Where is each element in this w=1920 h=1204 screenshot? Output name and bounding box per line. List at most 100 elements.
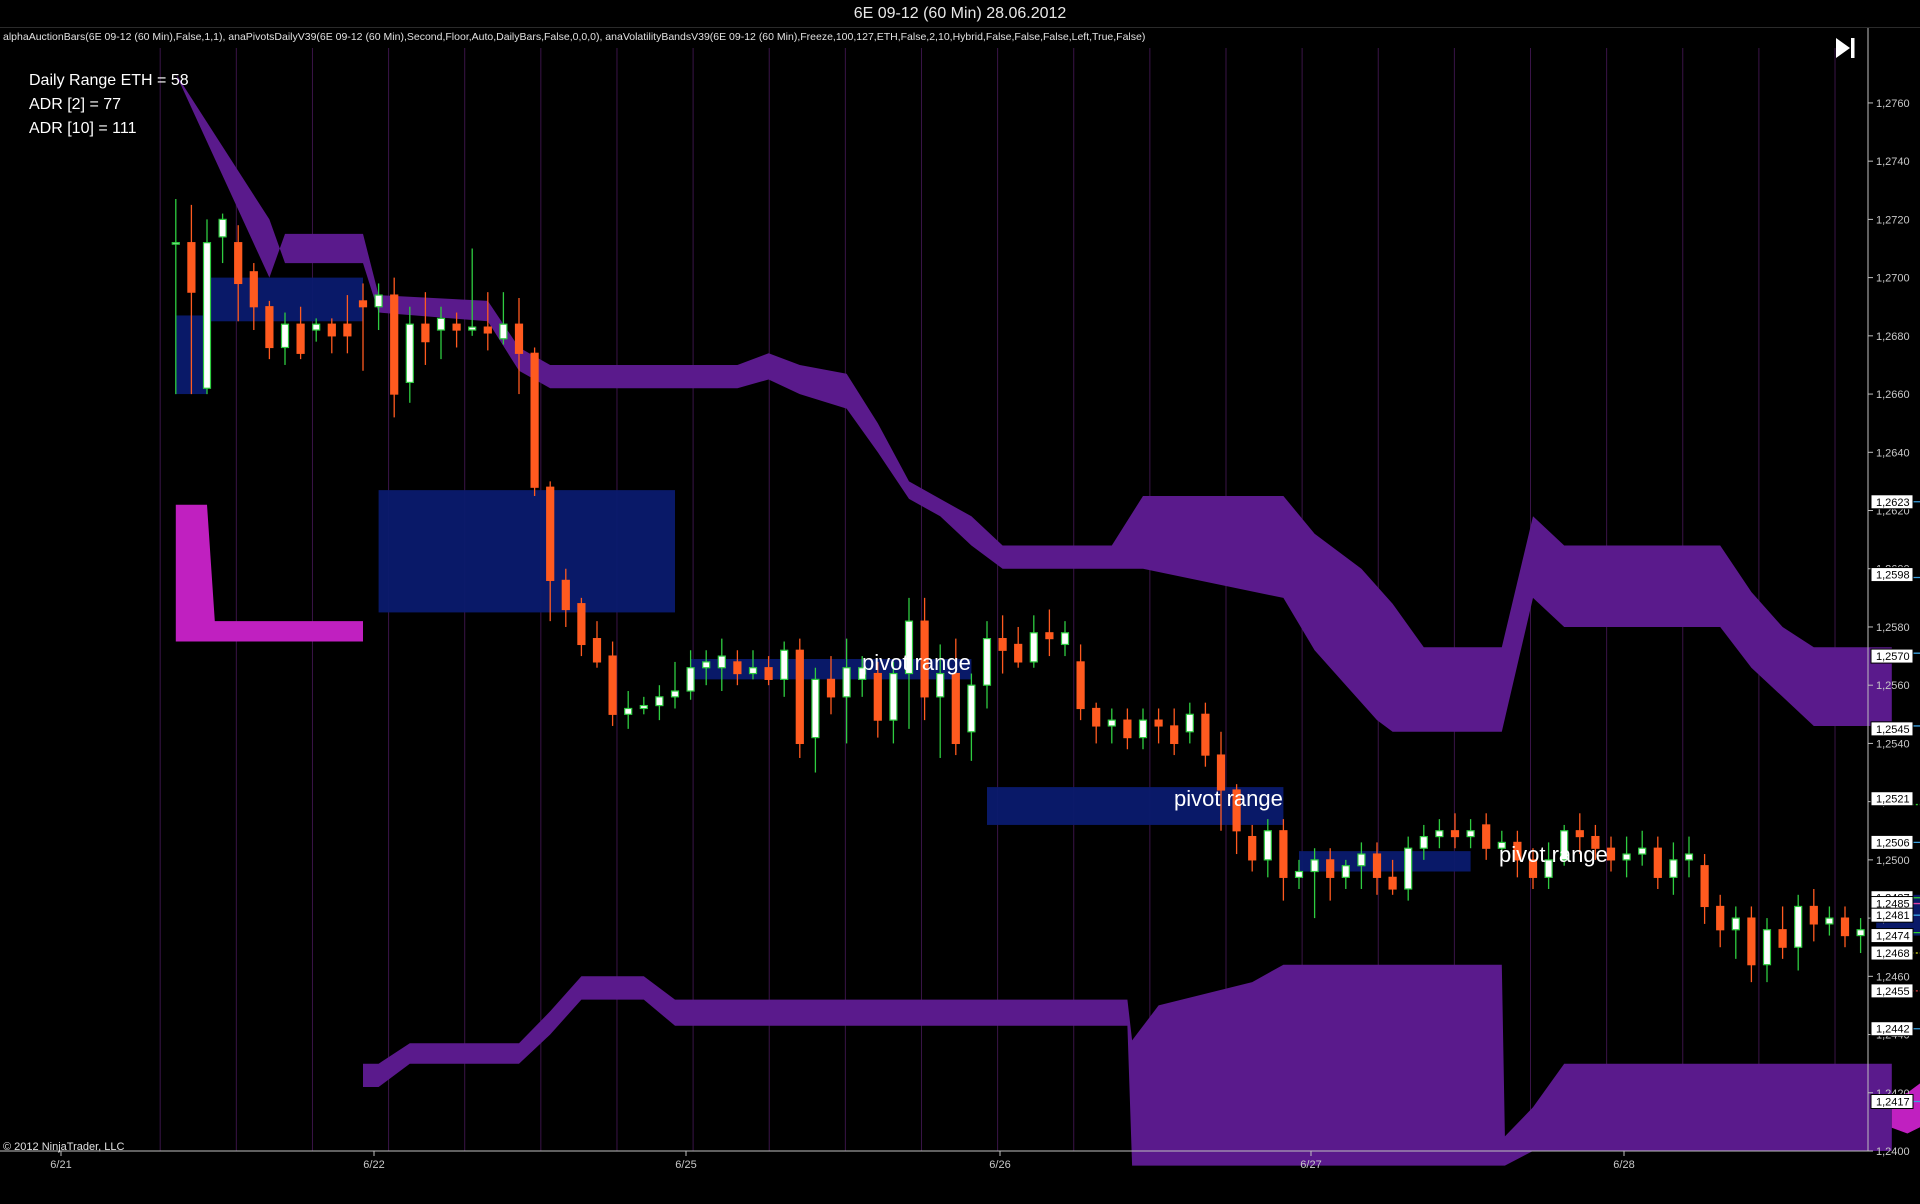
- price-marker-label: 1,2506: [1876, 837, 1910, 849]
- price-tick-label: 1,2660: [1876, 389, 1910, 401]
- price-tick-label: 1,2560: [1876, 680, 1910, 692]
- price-marker-label: 1,2455: [1876, 986, 1910, 998]
- candle-body: [1248, 835, 1257, 861]
- candle-body: [530, 352, 539, 488]
- candle-body: [499, 323, 508, 340]
- price-tick-label: 1,2680: [1876, 331, 1910, 343]
- time-tick-label: 6/25: [675, 1159, 696, 1171]
- price-marker-label: 1,2468: [1876, 948, 1910, 960]
- price-marker-label: 1,2598: [1876, 570, 1910, 582]
- candle-body: [998, 638, 1007, 651]
- candle-body: [1076, 661, 1085, 710]
- candle-body: [1575, 830, 1584, 838]
- candle-body: [982, 638, 992, 686]
- candle-body: [1794, 905, 1803, 948]
- candle-body: [1310, 859, 1319, 873]
- candle-body: [889, 672, 898, 721]
- candle-body: [265, 306, 274, 349]
- candle-body: [936, 672, 945, 698]
- candle-body: [468, 326, 477, 331]
- candle-body: [764, 667, 773, 680]
- candle-body: [780, 649, 789, 680]
- candle-body: [1279, 830, 1288, 878]
- candle-body: [234, 242, 243, 285]
- candle-body: [1669, 859, 1678, 878]
- scroll-to-end-icon[interactable]: [1836, 38, 1855, 58]
- candle-body: [1747, 917, 1756, 966]
- value-area: [378, 490, 675, 613]
- candle-body: [1840, 917, 1850, 937]
- volatility-bands: [175, 73, 1920, 1166]
- time-tick-label: 6/26: [989, 1159, 1010, 1171]
- candle-body: [1762, 929, 1772, 966]
- candle-body: [967, 684, 976, 733]
- candle-body: [1294, 870, 1304, 878]
- candle-body: [608, 655, 617, 715]
- price-tick-label: 1,2540: [1876, 738, 1910, 750]
- candle-body: [1263, 830, 1272, 861]
- candle-body: [1653, 847, 1662, 878]
- candle-body: [187, 242, 196, 293]
- candle-body: [577, 603, 586, 646]
- price-tick-label: 1,2580: [1876, 622, 1910, 634]
- candle-body: [374, 294, 383, 308]
- time-tick-label: 6/28: [1613, 1159, 1634, 1171]
- magenta-band: [1891, 1083, 1920, 1134]
- price-tick-label: 1,2640: [1876, 447, 1910, 459]
- candle-body: [1482, 824, 1491, 849]
- price-tick-label: 1,2460: [1876, 971, 1910, 983]
- candle-body: [421, 323, 430, 343]
- candle-body: [1700, 865, 1709, 908]
- candle-body: [1606, 847, 1616, 861]
- candle-body: [1185, 713, 1194, 733]
- price-marker-label: 1,2417: [1876, 1097, 1910, 1109]
- candle-body: [1731, 917, 1740, 931]
- candle-body: [546, 486, 555, 581]
- candle-body: [639, 704, 648, 710]
- price-tick-label: 1,2740: [1876, 156, 1910, 168]
- candle-body: [873, 672, 882, 721]
- candle-body: [592, 638, 602, 663]
- candle-body: [1435, 830, 1444, 838]
- candle-body: [1622, 853, 1631, 861]
- candle-body: [561, 579, 570, 611]
- price-chart[interactable]: R5R4R3R2Y-HighR1CPY-VWAPPPDPY-CloseY-Low…: [0, 28, 1920, 1199]
- magenta-band: [175, 504, 363, 642]
- candle-body: [249, 271, 258, 308]
- time-tick-label: 6/22: [363, 1159, 384, 1171]
- candle-body: [296, 323, 305, 354]
- candle-body: [483, 326, 492, 334]
- candle-body: [655, 696, 664, 707]
- candle-body: [1326, 859, 1335, 878]
- candle-body: [436, 317, 446, 331]
- candle-body: [218, 218, 227, 238]
- candle-body: [1357, 853, 1366, 867]
- candle-body: [171, 242, 180, 245]
- candle-body: [1404, 847, 1413, 890]
- price-tick-label: 1,2760: [1876, 98, 1910, 110]
- candle-body: [1170, 725, 1179, 745]
- candle-body: [452, 323, 461, 331]
- chart-panel[interactable]: R5R4R3R2Y-HighR1CPY-VWAPPPDPY-CloseY-Low…: [0, 28, 1920, 1199]
- candle-body: [1216, 754, 1226, 791]
- candle-body: [1092, 707, 1101, 727]
- candle-body: [1341, 865, 1350, 878]
- candle-body: [1638, 847, 1647, 855]
- price-axis: 1,24001,24201,24401,24601,24801,25001,25…: [1867, 28, 1914, 1158]
- candle-body: [1154, 719, 1163, 727]
- daily-range-label: Daily Range ETH = 58: [29, 72, 189, 89]
- price-tick-label: 1,2400: [1876, 1146, 1910, 1158]
- price-marker-label: 1,2442: [1876, 1024, 1910, 1036]
- candle-body: [1684, 853, 1694, 861]
- indicator-legend: alphaAuctionBars(6E 09-12 (60 Min),False…: [3, 31, 1145, 43]
- candle-body: [702, 661, 711, 669]
- candle-body: [514, 323, 524, 354]
- candle-body: [826, 678, 836, 698]
- candle-body: [1372, 853, 1382, 878]
- price-tick-label: 1,2700: [1876, 273, 1910, 285]
- candle-body: [312, 323, 321, 331]
- candle-body: [358, 300, 368, 308]
- price-marker-label: 1,2481: [1876, 910, 1910, 922]
- time-tick-label: 6/21: [50, 1159, 71, 1171]
- window-title: 6E 09-12 (60 Min) 28.06.2012: [0, 0, 1920, 28]
